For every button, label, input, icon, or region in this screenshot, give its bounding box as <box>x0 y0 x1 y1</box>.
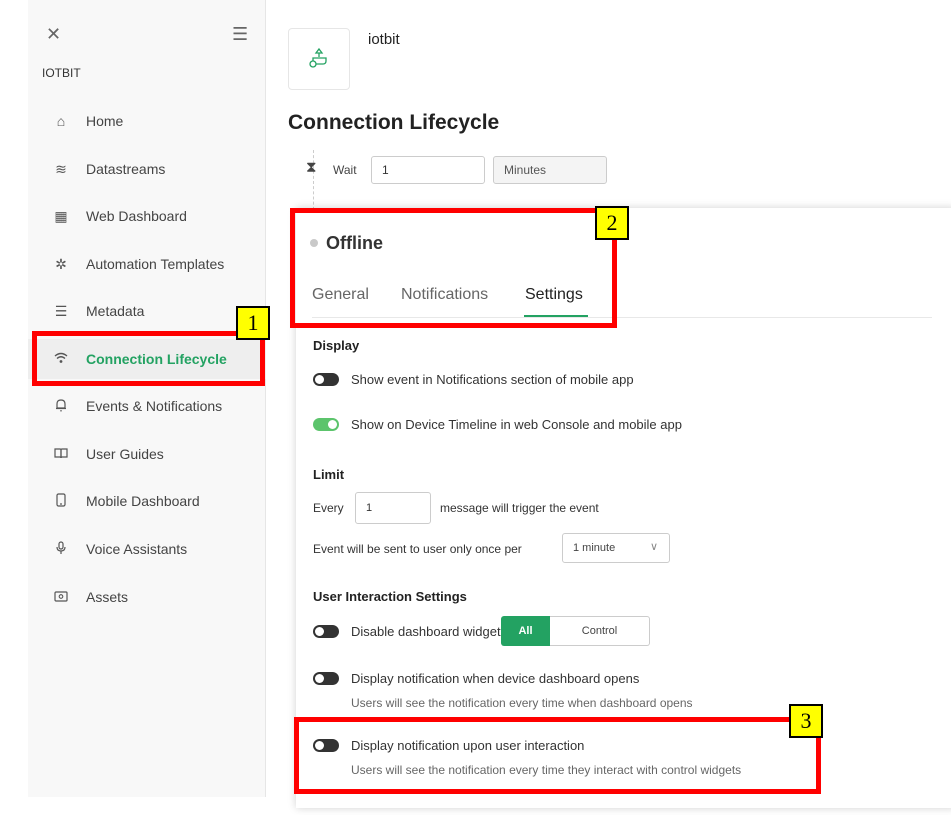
sidebar-item-mobile-dashboard[interactable]: Mobile Dashboard <box>28 481 266 521</box>
sidebar-item-label: Metadata <box>86 303 145 319</box>
sidebar-item-label: Automation Templates <box>86 256 225 272</box>
sidebar-item-metadata[interactable]: ☰ Metadata <box>28 291 266 331</box>
sidebar-item-assets[interactable]: Assets <box>28 577 266 617</box>
automation-icon: ✲ <box>55 255 67 272</box>
sidebar-item-home[interactable]: ⌂ Home <box>28 101 266 141</box>
sidebar-item-web-dashboard[interactable]: ▦ Web Dashboard <box>28 196 266 236</box>
widgets-scope-all-button[interactable]: All <box>501 616 550 646</box>
wait-duration-input[interactable]: 1 <box>371 156 485 184</box>
mobile-icon <box>51 492 71 510</box>
assets-icon <box>51 589 71 605</box>
sidebar-item-datastreams[interactable]: ≋ Datastreams <box>28 149 266 189</box>
sidebar-item-label: Mobile Dashboard <box>86 493 200 509</box>
product-template-icon <box>288 28 350 90</box>
sidebar-item-label: Assets <box>86 589 129 605</box>
org-name: IOTBIT <box>42 66 81 80</box>
disable-widgets-label: Disable dashboard widgets <box>351 624 508 639</box>
sidebar-item-label: Datastreams <box>86 161 166 177</box>
sidebar-item-label: Events & Notifications <box>86 398 223 414</box>
sidebar: ✕ ☰ IOTBIT ⌂ Home ≋ Datastreams ▦ Web Da… <box>28 0 266 797</box>
show-on-timeline-toggle[interactable] <box>313 418 339 431</box>
display-on-open-label: Display notification when device dashboa… <box>351 671 640 686</box>
limit-section-title: Limit <box>313 467 345 482</box>
sidebar-item-label: Voice Assistants <box>86 541 188 557</box>
microphone-icon <box>51 540 71 558</box>
page-title: Connection Lifecycle <box>288 111 500 134</box>
wait-unit-field[interactable]: Minutes <box>493 156 607 184</box>
sidebar-item-label: Web Dashboard <box>86 208 187 224</box>
annotation-badge-2: 2 <box>595 206 629 240</box>
show-in-notifications-toggle[interactable] <box>313 373 339 386</box>
annotation-box-2 <box>290 208 617 328</box>
user-interaction-section-title: User Interaction Settings <box>313 589 467 604</box>
metadata-icon: ☰ <box>54 302 68 319</box>
annotation-badge-1: 1 <box>236 306 270 340</box>
book-icon <box>51 446 71 462</box>
home-icon: ⌂ <box>56 113 66 129</box>
sidebar-item-user-guides[interactable]: User Guides <box>28 434 266 474</box>
message-count-input[interactable]: 1 <box>355 492 431 524</box>
every-label: Every <box>313 501 344 515</box>
web-dashboard-icon: ▦ <box>54 207 68 224</box>
widgets-scope-control-button[interactable]: Control <box>550 616 650 646</box>
datastreams-icon: ≋ <box>55 160 67 177</box>
send-once-label: Event will be sent to user only once per <box>313 542 522 556</box>
sidebar-item-voice-assistants[interactable]: Voice Assistants <box>28 529 266 569</box>
disable-widgets-toggle[interactable] <box>313 625 339 638</box>
annotation-box-3 <box>294 717 821 794</box>
hamburger-menu-icon[interactable]: ☰ <box>232 25 248 43</box>
select-value: 1 minute <box>573 542 616 554</box>
hourglass-icon: ⧗ <box>306 159 317 176</box>
every-suffix-label: message will trigger the event <box>440 501 599 515</box>
show-on-timeline-label: Show on Device Timeline in web Console a… <box>351 417 682 432</box>
wait-label: Wait <box>333 163 357 177</box>
product-name: iotbit <box>368 31 400 48</box>
sidebar-item-automation-templates[interactable]: ✲ Automation Templates <box>28 244 266 284</box>
annotation-box-1 <box>32 331 265 386</box>
display-on-open-hint: Users will see the notification every ti… <box>351 696 693 710</box>
send-once-interval-select[interactable]: 1 minute ∨ <box>562 533 670 563</box>
display-section-title: Display <box>313 338 360 353</box>
sidebar-item-label: Home <box>86 113 124 129</box>
bell-icon <box>51 398 71 415</box>
sidebar-item-label: User Guides <box>86 446 164 462</box>
chevron-down-icon: ∨ <box>649 541 658 553</box>
annotation-badge-3: 3 <box>789 704 823 738</box>
show-in-notifications-label: Show event in Notifications section of m… <box>351 372 634 387</box>
close-icon[interactable]: ✕ <box>46 25 61 43</box>
display-on-open-toggle[interactable] <box>313 672 339 685</box>
sidebar-item-events-notifications[interactable]: Events & Notifications <box>28 386 266 426</box>
